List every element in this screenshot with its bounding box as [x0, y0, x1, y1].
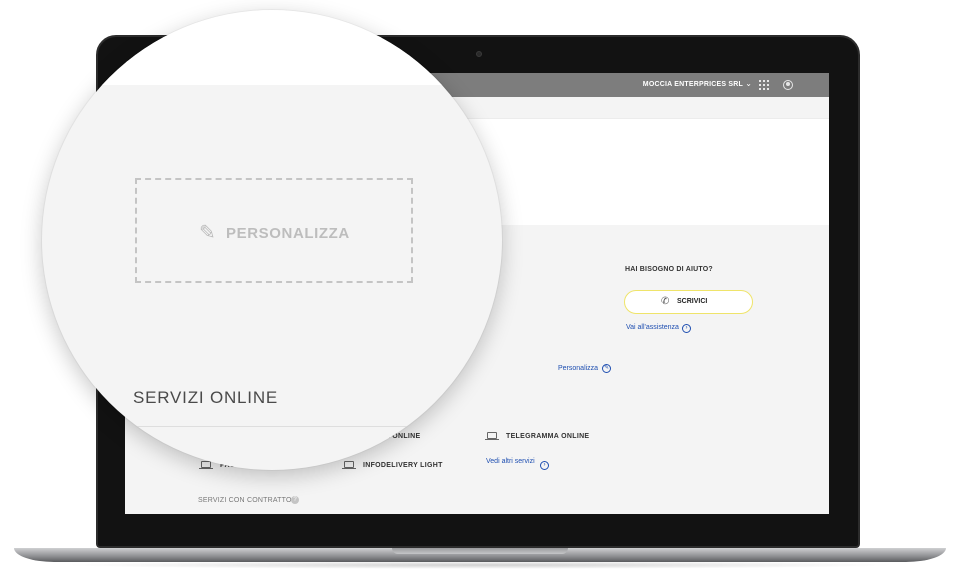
user-icon[interactable] [783, 80, 793, 90]
company-selector[interactable]: MOCCIA ENTERPRICES SRL [643, 81, 743, 88]
help-icon[interactable]: ? [291, 496, 299, 504]
arrow-right-icon[interactable]: › [540, 461, 549, 470]
laptop-notch [392, 548, 568, 554]
pencil-icon[interactable]: ✎ [602, 364, 611, 373]
help-title: HAI BISOGNO DI AIUTO? [625, 266, 713, 273]
personalizza-box[interactable]: ✎ PERSONALIZZA [135, 178, 413, 283]
support-link[interactable]: Vai all'assistenza [626, 324, 679, 331]
laptop-shadow [60, 561, 900, 569]
scrivici-button[interactable]: ✆ SCRIVICI [624, 290, 753, 314]
pencil-icon: ✎ [199, 222, 216, 244]
personalizza-box-label: PERSONALIZZA [226, 225, 350, 242]
service-infodelivery-light[interactable]: INFODELIVERY LIGHT [363, 462, 443, 469]
arrow-right-icon[interactable]: › [682, 324, 691, 333]
laptop-icon [485, 432, 499, 440]
magnifier-callout: ✎ PERSONALIZZA SERVIZI ONLINE [42, 10, 502, 470]
chevron-down-icon[interactable]: ⌄ [745, 79, 752, 88]
laptop-icon [199, 461, 213, 469]
more-services-link[interactable]: Vedi altri servizi [486, 458, 535, 465]
grid-icon[interactable] [759, 80, 769, 90]
service-telegramma-online[interactable]: TELEGRAMMA ONLINE [506, 433, 589, 440]
services-title: SERVIZI ONLINE [133, 388, 279, 407]
divider [133, 426, 433, 427]
laptop-icon [342, 461, 356, 469]
personalizza-link[interactable]: Personalizza [558, 365, 598, 372]
scrivici-label: SCRIVICI [677, 298, 708, 305]
magnified-header-area [42, 10, 502, 85]
contract-services-label: SERVIZI CON CONTRATTO [198, 497, 292, 504]
phone-icon: ✆ [661, 296, 670, 307]
